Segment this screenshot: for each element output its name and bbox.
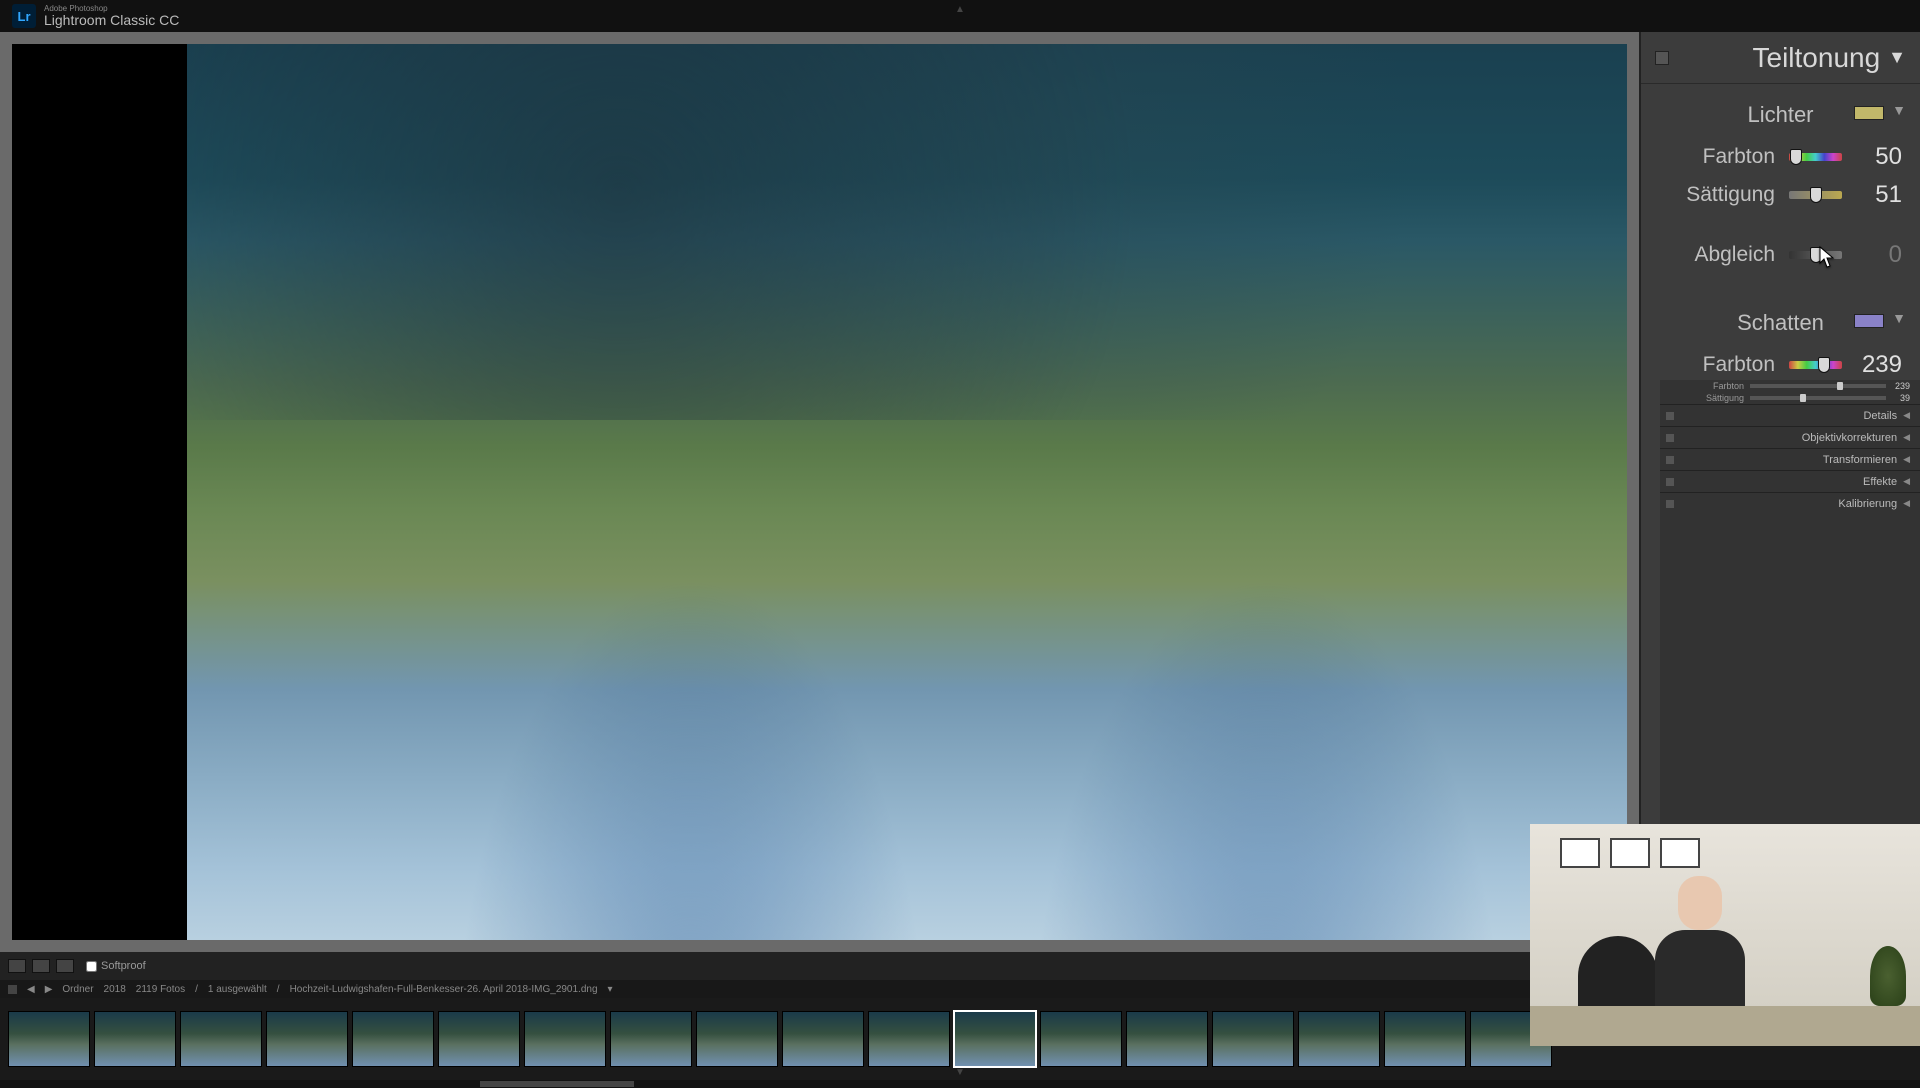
shadows-hue-value[interactable]: 239 — [1842, 351, 1902, 379]
thumbnail[interactable] — [610, 1011, 692, 1067]
balance-slider[interactable] — [1789, 251, 1842, 259]
panel-header-objektivkorrekturen[interactable]: Objektivkorrekturen◀ — [1660, 426, 1920, 448]
mini-sat-value[interactable]: 39 — [1886, 393, 1910, 403]
thumbnail[interactable] — [438, 1011, 520, 1067]
thumbnail[interactable] — [352, 1011, 434, 1067]
mini-hue-value[interactable]: 239 — [1886, 381, 1910, 391]
current-filename: Hochzeit-Ludwigshafen-Full-Benkesser-26.… — [290, 984, 598, 995]
highlights-disclosure-icon[interactable]: ▼ — [1892, 102, 1906, 118]
thumbnail[interactable] — [696, 1011, 778, 1067]
app-logo: Lr — [12, 4, 36, 28]
panel-collapse-icon[interactable]: ▼ — [1888, 47, 1906, 68]
panel-title: Teiltonung — [1753, 42, 1881, 74]
highlights-sat-value[interactable]: 51 — [1842, 181, 1902, 209]
folder-year[interactable]: 2018 — [104, 984, 126, 995]
highlights-hue-value[interactable]: 50 — [1842, 143, 1902, 171]
grid-view-icon[interactable] — [56, 959, 74, 973]
thumbnail[interactable] — [1384, 1011, 1466, 1067]
main-photo-preview — [187, 44, 1627, 940]
mini-sat-slider[interactable] — [1750, 396, 1886, 400]
thumbnail[interactable] — [1212, 1011, 1294, 1067]
softproof-toggle[interactable]: Softproof — [86, 960, 146, 972]
highlights-sat-slider[interactable] — [1789, 191, 1842, 199]
highlights-section: Lichter ▼ — [1641, 84, 1920, 138]
before-after-icon[interactable] — [32, 959, 50, 973]
collapse-bottom-icon[interactable]: ▼ — [955, 1067, 965, 1078]
collapse-top-icon[interactable]: ▲ — [955, 4, 965, 15]
panel-header-kalibrierung[interactable]: Kalibrierung◀ — [1660, 492, 1920, 514]
highlights-sat-label: Sättigung — [1659, 183, 1789, 207]
shadows-label: Schatten — [1737, 310, 1824, 335]
softproof-label: Softproof — [101, 960, 146, 972]
shadows-section: Schatten ▼ — [1641, 292, 1920, 346]
shadows-swatch[interactable] — [1854, 314, 1884, 328]
photo-count: 2119 Fotos — [136, 984, 185, 995]
highlights-hue-label: Farbton — [1659, 145, 1789, 169]
nav-back-icon[interactable]: ◀ — [27, 984, 35, 995]
mini-hue-label: Farbton — [1690, 381, 1750, 391]
thumbnail[interactable] — [1298, 1011, 1380, 1067]
shadows-hue-label: Farbton — [1659, 353, 1789, 377]
thumbnail[interactable] — [954, 1011, 1036, 1067]
panel-header-transformieren[interactable]: Transformieren◀ — [1660, 448, 1920, 470]
folder-label: Ordner — [62, 984, 93, 995]
loupe-view-icon[interactable] — [8, 959, 26, 973]
mini-hue-slider[interactable] — [1750, 384, 1886, 388]
app-title: Lightroom Classic CC — [44, 13, 179, 27]
selected-count: 1 ausgewählt — [208, 984, 267, 995]
nav-fwd-icon[interactable]: ▶ — [45, 984, 53, 995]
mini-sat-label: Sättigung — [1690, 393, 1750, 403]
second-monitor-icon[interactable] — [8, 985, 17, 994]
panel-header-effekte[interactable]: Effekte◀ — [1660, 470, 1920, 492]
balance-value[interactable]: 0 — [1842, 241, 1902, 269]
thumbnail[interactable] — [782, 1011, 864, 1067]
highlights-swatch[interactable] — [1854, 106, 1884, 120]
thumbnail[interactable] — [868, 1011, 950, 1067]
presenter-webcam-overlay — [1530, 824, 1920, 1046]
highlights-hue-slider[interactable] — [1789, 153, 1842, 161]
panel-header-details[interactable]: Details◀ — [1660, 404, 1920, 426]
thumbnail[interactable] — [94, 1011, 176, 1067]
thumbnail[interactable] — [1126, 1011, 1208, 1067]
thumbnail[interactable] — [8, 1011, 90, 1067]
filmstrip-scrollbar[interactable] — [0, 1080, 1920, 1088]
highlights-label: Lichter — [1747, 102, 1813, 127]
balance-label: Abgleich — [1659, 243, 1789, 267]
image-viewport[interactable] — [0, 32, 1639, 952]
thumbnail[interactable] — [266, 1011, 348, 1067]
softproof-checkbox[interactable] — [86, 961, 97, 972]
thumbnail[interactable] — [524, 1011, 606, 1067]
thumbnail[interactable] — [1040, 1011, 1122, 1067]
thumbnail[interactable] — [180, 1011, 262, 1067]
shadows-disclosure-icon[interactable]: ▼ — [1892, 310, 1906, 326]
panel-toggle-icon[interactable] — [1655, 51, 1669, 65]
shadows-hue-slider[interactable] — [1789, 361, 1842, 369]
